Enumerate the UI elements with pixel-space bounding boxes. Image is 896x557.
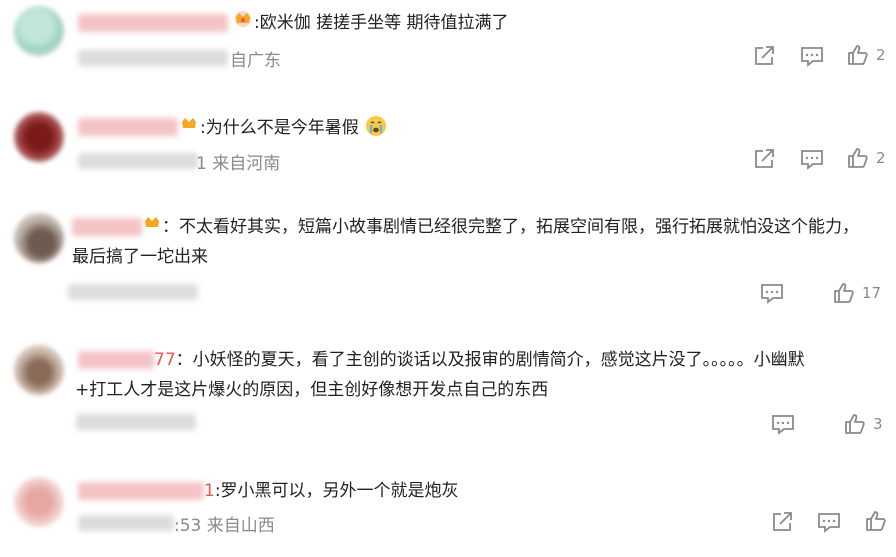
username[interactable] [78,14,228,32]
comment-text: :欧米伽 搓搓手坐等 期待值拉满了 [254,13,509,33]
comment-location: :53 来自山西 [174,516,275,536]
comment-text-cont: 最后搞了一坨出来 [72,247,208,267]
username[interactable] [78,482,204,500]
reply-button[interactable] [771,413,795,435]
crown-badge-icon [142,212,162,242]
comment-text: ：不太看好其实，短篇小故事剧情已经很完整了，拓展空间有限，强行拓展就怕没这个能力… [162,217,859,237]
avatar[interactable] [14,477,64,527]
comment-text-cont: +打工人才是这片爆火的原因，但主创好像想开发点自己的东西 [75,380,549,400]
comment-time [78,50,228,66]
comment-icon [801,150,823,170]
thumbs-up-icon [834,283,854,303]
comment-time [68,284,198,300]
share-icon [755,46,774,65]
share-button[interactable] [753,45,777,67]
like-count: 3 [873,415,883,433]
username[interactable] [78,351,154,369]
reply-button[interactable] [800,148,824,170]
comment-icon [772,415,794,435]
username-suffix[interactable]: 77 [154,350,176,370]
thumbs-up-icon [848,148,868,168]
crown-badge-icon [232,8,254,38]
share-icon [773,512,792,531]
comment-time [78,515,174,531]
like-button[interactable]: 2 [846,44,886,66]
like-button[interactable]: 2 [846,147,886,169]
share-button[interactable] [753,148,777,170]
reply-button[interactable] [800,45,824,67]
like-button[interactable]: 3 [843,413,883,435]
comment-location: 1 来自河南 [196,154,281,174]
thumbs-up-icon [845,414,865,434]
like-count: 17 [862,284,882,302]
reply-button[interactable] [817,511,841,533]
comment-icon [801,47,823,67]
reply-button[interactable] [760,282,784,304]
thumbs-up-icon [866,511,886,531]
comment-location: 自广东 [230,51,281,71]
share-button[interactable] [771,511,795,533]
comment-time [78,153,198,169]
like-count: 2 [876,46,886,64]
avatar[interactable] [14,213,64,263]
like-button[interactable] [864,510,894,532]
comment-text: :罗小黑可以，另外一个就是炮灰 [214,481,459,501]
avatar[interactable] [14,112,64,162]
share-icon [755,149,774,168]
username[interactable] [78,118,178,136]
like-button[interactable]: 17 [832,282,881,304]
comment-time [76,414,196,430]
comment-icon [761,284,783,304]
comment-text: :为什么不是今年暑假 [200,118,359,138]
avatar[interactable] [14,6,64,56]
avatar[interactable] [14,345,64,395]
comment-icon [818,513,840,533]
comment-text: ：小妖怪的夏天，看了主创的谈话以及报审的剧情简介，感觉这片没了。。。。。小幽默 [175,350,805,370]
thumbs-up-icon [848,45,868,65]
username-suffix[interactable]: 1 [204,481,215,501]
crown-badge-icon [178,113,200,143]
crying-emoji-icon [364,116,388,138]
like-count: 2 [876,149,886,167]
username[interactable] [72,218,142,236]
